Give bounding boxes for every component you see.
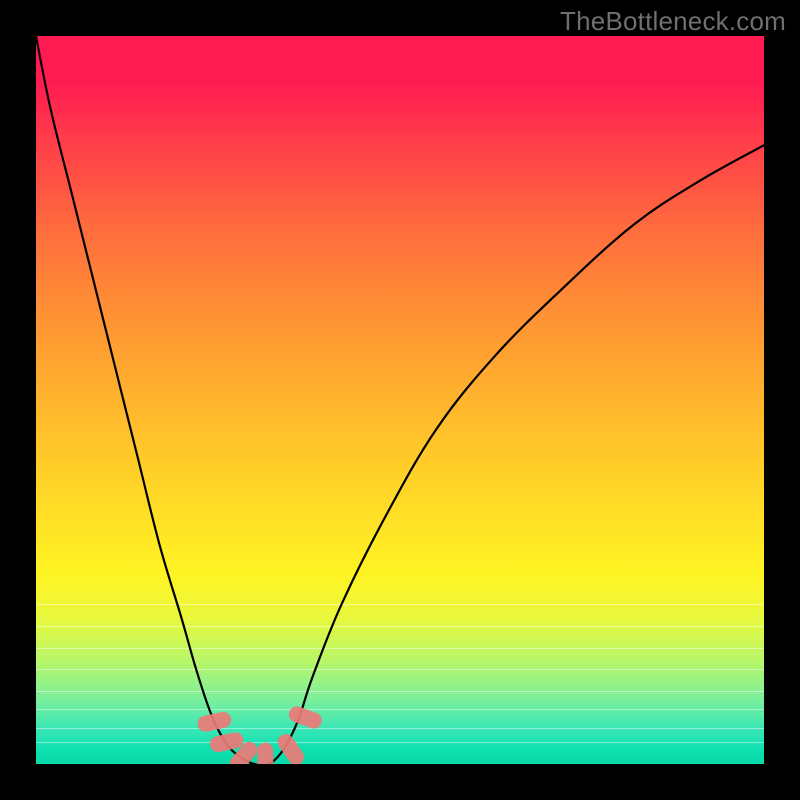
- plot-area: [36, 36, 764, 764]
- watermark-label: TheBottleneck.com: [560, 6, 786, 37]
- minimum-marker: [287, 704, 324, 731]
- outer-frame: TheBottleneck.com: [0, 0, 800, 800]
- minimum-marker: [196, 710, 233, 733]
- chart-svg: [36, 36, 764, 764]
- minimum-markers: [196, 704, 324, 764]
- bottleneck-curve-path: [36, 36, 764, 764]
- minimum-marker: [257, 743, 273, 764]
